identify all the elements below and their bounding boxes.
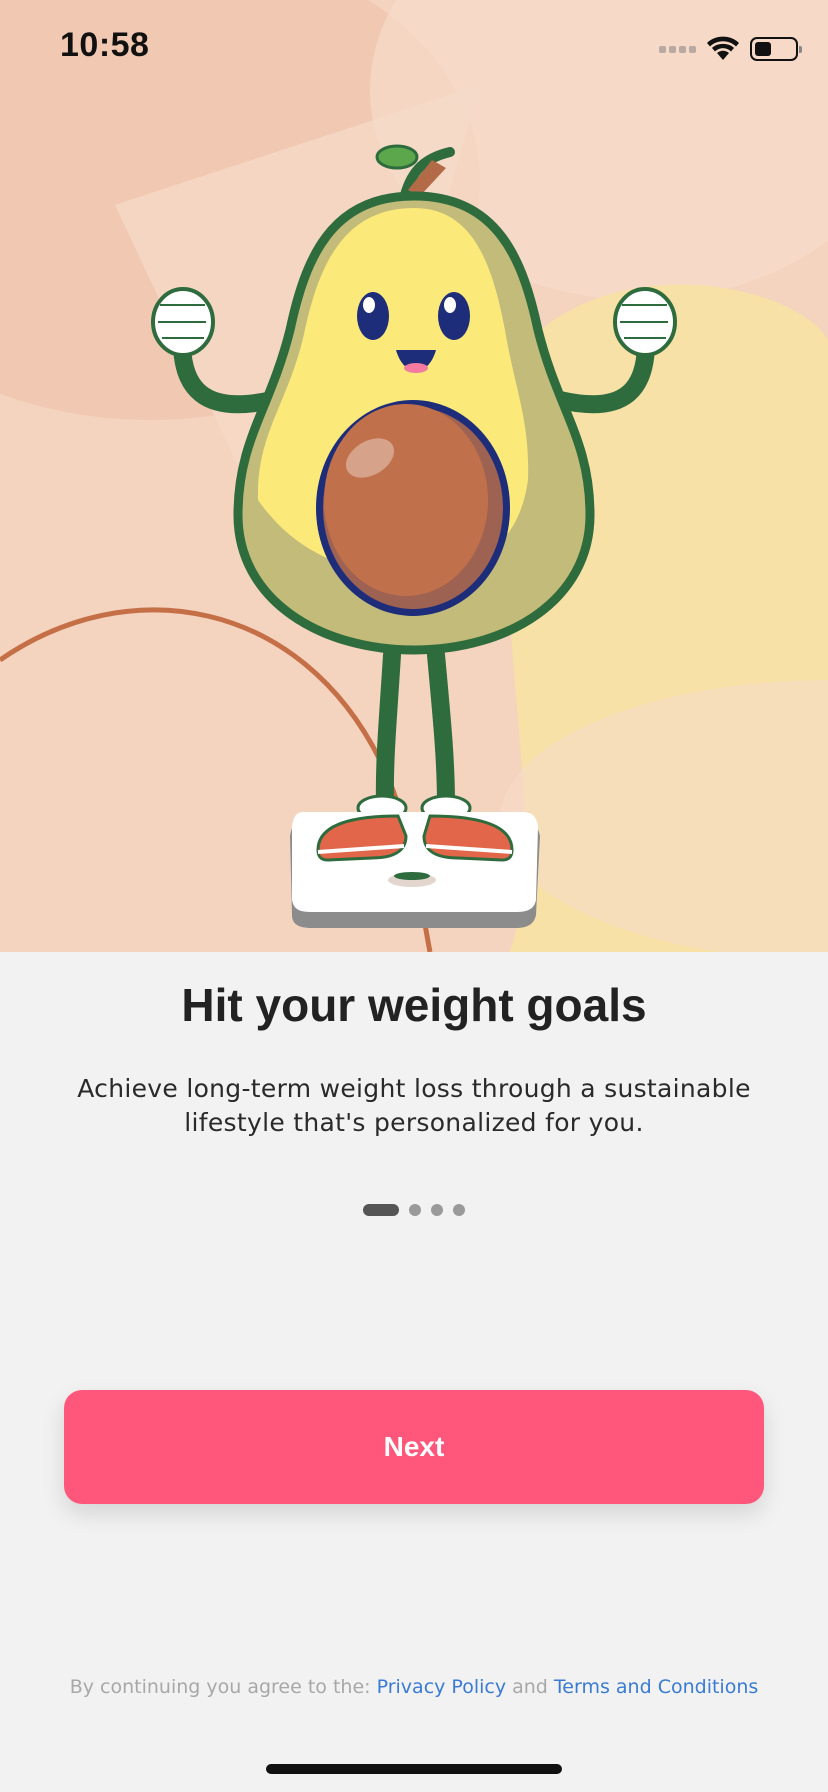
page-dot-active (363, 1204, 399, 1216)
legal-notice: By continuing you agree to the: Privacy … (0, 1676, 828, 1698)
terms-and-conditions-link[interactable]: Terms and Conditions (554, 1676, 758, 1698)
status-bar: 10:58 (0, 0, 828, 100)
page-dot (431, 1204, 443, 1216)
status-time: 10:58 (60, 26, 150, 64)
battery-icon (750, 37, 802, 61)
hero-illustration: 10:58 (0, 0, 828, 952)
page-dot (453, 1204, 465, 1216)
legal-prefix: By continuing you agree to the: (69, 1676, 371, 1698)
legal-conjunction: and (512, 1676, 548, 1698)
onboarding-title: Hit your weight goals (181, 979, 647, 1031)
page-indicator (0, 1204, 828, 1216)
status-icons (659, 34, 802, 64)
cellular-signal-icon (659, 45, 696, 53)
avocado-on-scale-illustration (0, 0, 828, 952)
onboarding-subtitle: Achieve long-term weight loss through a … (77, 1074, 751, 1137)
next-button[interactable]: Next (64, 1390, 764, 1504)
home-indicator[interactable] (266, 1764, 562, 1774)
privacy-policy-link[interactable]: Privacy Policy (377, 1676, 506, 1698)
page-dot (409, 1204, 421, 1216)
wifi-icon (707, 36, 739, 60)
